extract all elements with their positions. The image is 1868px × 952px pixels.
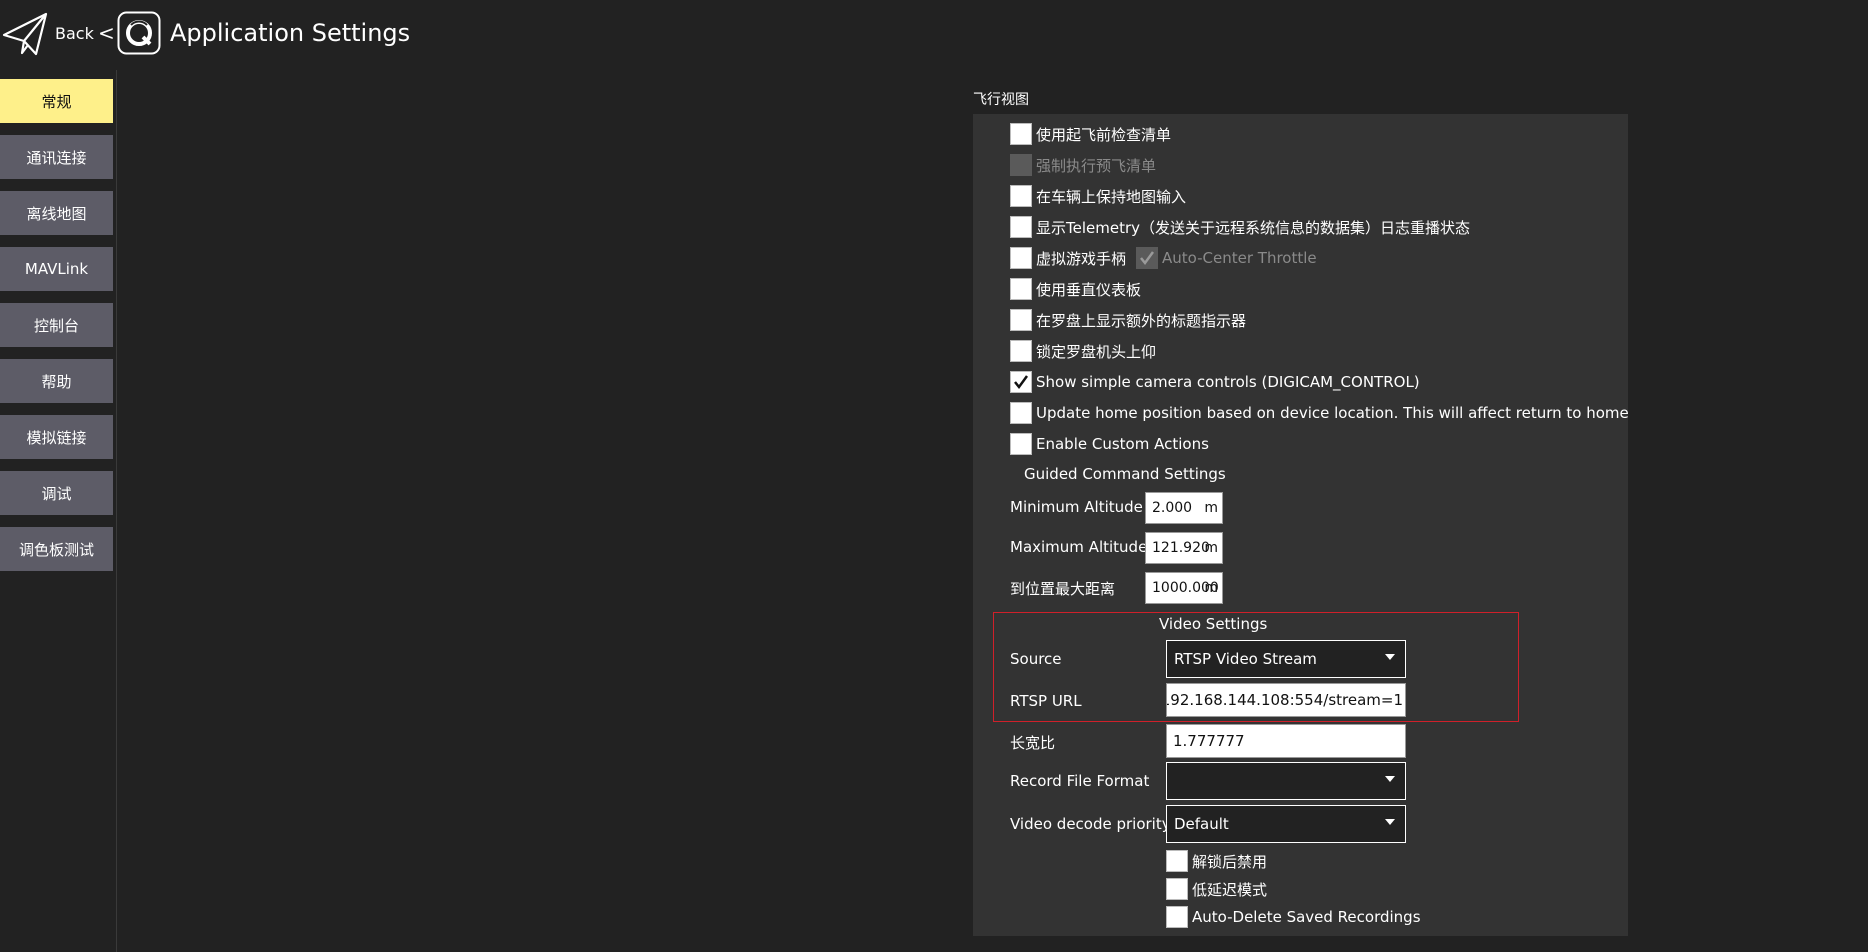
checkbox-row-keep-map-mission[interactable]: 在车辆上保持地图输入	[1010, 184, 1186, 208]
fly-view-section-title: 飞行视图	[973, 92, 1029, 108]
sidebar-item-comm-links[interactable]: 通讯连接	[0, 135, 113, 179]
sidebar-item-palette-test[interactable]: 调色板测试	[0, 527, 113, 571]
aspect-ratio-value: 1.777777	[1173, 732, 1245, 750]
checkbox[interactable]	[1010, 309, 1032, 331]
max-altitude-label: Maximum Altitude	[1010, 538, 1148, 556]
sidebar: 常规 通讯连接 离线地图 MAVLink 控制台 帮助 模拟链接 调试 调色板测…	[0, 70, 117, 952]
header: Back < Application Settings	[0, 0, 1868, 70]
sidebar-item-mock-link[interactable]: 模拟链接	[0, 415, 113, 459]
checkbox-label: 解锁后禁用	[1192, 852, 1268, 871]
paper-plane-icon[interactable]	[2, 11, 48, 57]
checkbox-row-virtual-joystick[interactable]: 虚拟游戏手柄 Auto-Center Throttle	[1010, 246, 1317, 270]
sidebar-item-debug[interactable]: 调试	[0, 471, 113, 515]
checkbox[interactable]	[1010, 402, 1032, 424]
sidebar-item-general[interactable]: 常规	[0, 79, 113, 123]
record-format-label: Record File Format	[1010, 772, 1150, 790]
decode-priority-value: Default	[1174, 815, 1229, 833]
checkbox-label: 在车辆上保持地图输入	[1036, 187, 1187, 206]
qgc-logo-icon	[117, 11, 161, 55]
min-altitude-label: Minimum Altitude	[1010, 498, 1143, 516]
checkbox-row-compass-heading[interactable]: 在罗盘上显示额外的标题指示器	[1010, 308, 1246, 332]
decode-priority-select[interactable]: Default	[1166, 805, 1406, 843]
sidebar-item-offline-maps[interactable]: 离线地图	[0, 191, 113, 235]
page-title: Application Settings	[170, 19, 411, 47]
back-button[interactable]: Back	[55, 24, 94, 43]
checkbox-row-lock-compass[interactable]: 锁定罗盘机头上仰	[1010, 339, 1156, 363]
checkbox-row-enforce-preflight: 强制执行预飞清单	[1010, 153, 1156, 177]
unit-label: m	[1204, 580, 1218, 596]
breadcrumb-separator: <	[98, 21, 115, 45]
checkbox[interactable]	[1166, 850, 1188, 872]
rtsp-url-label: RTSP URL	[1010, 692, 1082, 710]
checkbox-label: 低延迟模式	[1192, 880, 1268, 899]
checkbox[interactable]	[1010, 433, 1032, 455]
rtsp-url-input[interactable]: rtsp://192.168.144.108:554/stream=1	[1166, 683, 1406, 717]
checkbox[interactable]	[1010, 216, 1032, 238]
checkbox-label: 虚拟游戏手柄	[1036, 249, 1127, 268]
checkbox-label: 使用垂直仪表板	[1036, 280, 1142, 299]
checkbox-label: Update home position based on device loc…	[1036, 404, 1629, 422]
max-altitude-value: 121.920	[1152, 540, 1210, 556]
checkmark-icon	[1014, 375, 1029, 390]
max-altitude-input[interactable]: 121.920 m	[1145, 532, 1223, 564]
auto-center-throttle-checkbox	[1136, 247, 1159, 269]
record-format-select[interactable]	[1166, 762, 1406, 800]
video-source-select[interactable]: RTSP Video Stream	[1166, 640, 1406, 678]
checkbox-row-disable-when-armed[interactable]: 解锁后禁用	[1166, 849, 1267, 873]
dropdown-caret-icon	[1385, 776, 1395, 782]
guided-settings-title: Guided Command Settings	[1024, 465, 1226, 483]
checkbox[interactable]	[1166, 878, 1188, 900]
min-altitude-input[interactable]: 2.000 m	[1145, 492, 1223, 524]
checkbox-label: 显示Telemetry（发送关于远程系统信息的数据集）日志重播状态	[1036, 218, 1471, 237]
checkbox-label: Enable Custom Actions	[1036, 435, 1209, 453]
rtsp-url-value: rtsp://192.168.144.108:554/stream=1	[1167, 691, 1403, 709]
checkbox	[1010, 154, 1032, 176]
checkbox-label: 锁定罗盘机头上仰	[1036, 342, 1157, 361]
checkbox[interactable]	[1010, 123, 1032, 145]
checkbox-label: 强制执行预飞清单	[1036, 156, 1157, 175]
checkbox-row-low-latency[interactable]: 低延迟模式	[1166, 877, 1267, 901]
video-source-value: RTSP Video Stream	[1174, 650, 1317, 668]
checkbox-row-preflight-checklist[interactable]: 使用起飞前检查清单	[1010, 122, 1171, 146]
checkbox-label: Auto-Center Throttle	[1162, 249, 1317, 267]
checkbox[interactable]	[1010, 371, 1032, 393]
checkbox-row-custom-actions[interactable]: Enable Custom Actions	[1010, 432, 1209, 456]
checkmark-icon	[1140, 251, 1155, 266]
aspect-ratio-input[interactable]: 1.777777	[1166, 724, 1406, 758]
checkbox-label: 在罗盘上显示额外的标题指示器	[1036, 311, 1247, 330]
sidebar-item-console[interactable]: 控制台	[0, 303, 113, 347]
video-settings-title: Video Settings	[1159, 615, 1268, 633]
checkbox-row-simple-camera[interactable]: Show simple camera controls (DIGICAM_CON…	[1010, 370, 1420, 394]
checkbox-row-auto-delete[interactable]: Auto-Delete Saved Recordings	[1166, 905, 1421, 929]
checkbox-row-telemetry-replay[interactable]: 显示Telemetry（发送关于远程系统信息的数据集）日志重播状态	[1010, 215, 1470, 239]
checkbox[interactable]	[1010, 278, 1032, 300]
min-altitude-value: 2.000	[1152, 500, 1193, 516]
checkbox-label: 使用起飞前检查清单	[1036, 125, 1172, 144]
checkbox-label: Show simple camera controls (DIGICAM_CON…	[1036, 373, 1420, 391]
checkbox[interactable]	[1166, 906, 1188, 928]
max-distance-input[interactable]: 1000.000 m	[1145, 572, 1223, 604]
decode-priority-label: Video decode priority	[1010, 815, 1171, 833]
dropdown-caret-icon	[1385, 819, 1395, 825]
checkbox[interactable]	[1010, 247, 1032, 269]
checkbox[interactable]	[1010, 340, 1032, 362]
sidebar-item-help[interactable]: 帮助	[0, 359, 113, 403]
source-label: Source	[1010, 650, 1062, 668]
aspect-ratio-label: 长宽比	[1010, 734, 1056, 752]
max-distance-label: 到位置最大距离	[1010, 580, 1116, 598]
sidebar-item-mavlink[interactable]: MAVLink	[0, 247, 113, 291]
unit-label: m	[1204, 500, 1218, 516]
checkbox-row-vertical-instrument[interactable]: 使用垂直仪表板	[1010, 277, 1141, 301]
checkbox-row-update-home[interactable]: Update home position based on device loc…	[1010, 401, 1629, 425]
checkbox[interactable]	[1010, 185, 1032, 207]
dropdown-caret-icon	[1385, 654, 1395, 660]
checkbox-label: Auto-Delete Saved Recordings	[1192, 908, 1421, 926]
unit-label: m	[1204, 540, 1218, 556]
